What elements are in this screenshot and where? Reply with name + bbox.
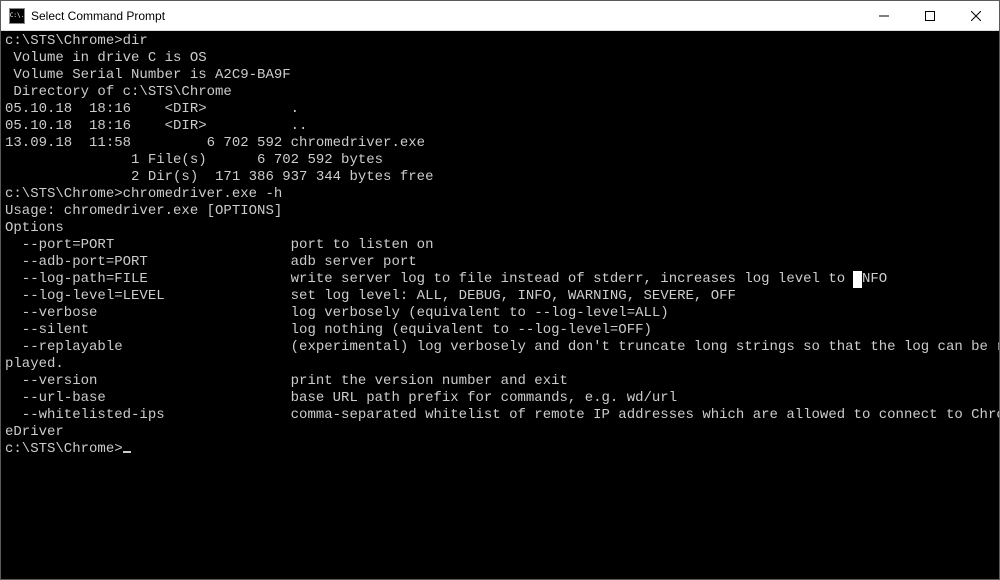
terminal-line: Options bbox=[5, 220, 995, 237]
terminal-line: eDriver bbox=[5, 424, 995, 441]
terminal-line: --version print the version number and e… bbox=[5, 373, 995, 390]
terminal-line: --port=PORT port to listen on bbox=[5, 237, 995, 254]
terminal-line: 05.10.18 18:16 <DIR> .. bbox=[5, 118, 995, 135]
minimize-button[interactable] bbox=[861, 1, 907, 30]
terminal-line: 13.09.18 11:58 6 702 592 chromedriver.ex… bbox=[5, 135, 995, 152]
terminal-line: 2 Dir(s) 171 386 937 344 bytes free bbox=[5, 169, 995, 186]
terminal-line: Directory of c:\STS\Chrome bbox=[5, 84, 995, 101]
terminal-line: --verbose log verbosely (equivalent to -… bbox=[5, 305, 995, 322]
titlebar[interactable]: C:\. Select Command Prompt bbox=[1, 1, 999, 31]
maximize-icon bbox=[925, 11, 935, 21]
terminal-line: 1 File(s) 6 702 592 bytes bbox=[5, 152, 995, 169]
window-title: Select Command Prompt bbox=[31, 9, 861, 23]
terminal-line: Volume Serial Number is A2C9-BA9F bbox=[5, 67, 995, 84]
terminal-line: --silent log nothing (equivalent to --lo… bbox=[5, 322, 995, 339]
maximize-button[interactable] bbox=[907, 1, 953, 30]
terminal-line: --replayable (experimental) log verbosel… bbox=[5, 339, 995, 356]
window-controls bbox=[861, 1, 999, 30]
terminal-line: 05.10.18 18:16 <DIR> . bbox=[5, 101, 995, 118]
close-icon bbox=[971, 11, 981, 21]
terminal-line: --adb-port=PORT adb server port bbox=[5, 254, 995, 271]
terminal-line: --log-level=LEVEL set log level: ALL, DE… bbox=[5, 288, 995, 305]
cursor bbox=[123, 451, 131, 454]
terminal-line: --whitelisted-ips comma-separated whitel… bbox=[5, 407, 995, 424]
selection-block bbox=[853, 271, 862, 288]
terminal-line: --log-path=FILE write server log to file… bbox=[5, 271, 995, 288]
terminal-line: c:\STS\Chrome>chromedriver.exe -h bbox=[5, 186, 995, 203]
cmd-icon: C:\. bbox=[9, 8, 25, 24]
terminal-prompt-line: c:\STS\Chrome> bbox=[5, 441, 995, 458]
terminal-line: Usage: chromedriver.exe [OPTIONS] bbox=[5, 203, 995, 220]
terminal-output[interactable]: c:\STS\Chrome>dir Volume in drive C is O… bbox=[1, 31, 999, 579]
terminal-line: Volume in drive C is OS bbox=[5, 50, 995, 67]
close-button[interactable] bbox=[953, 1, 999, 30]
window: C:\. Select Command Prompt c:\STS\Chrome… bbox=[0, 0, 1000, 580]
minimize-icon bbox=[879, 11, 889, 21]
terminal-line: --url-base base URL path prefix for comm… bbox=[5, 390, 995, 407]
terminal-line: c:\STS\Chrome>dir bbox=[5, 33, 995, 50]
terminal-line: played. bbox=[5, 356, 995, 373]
